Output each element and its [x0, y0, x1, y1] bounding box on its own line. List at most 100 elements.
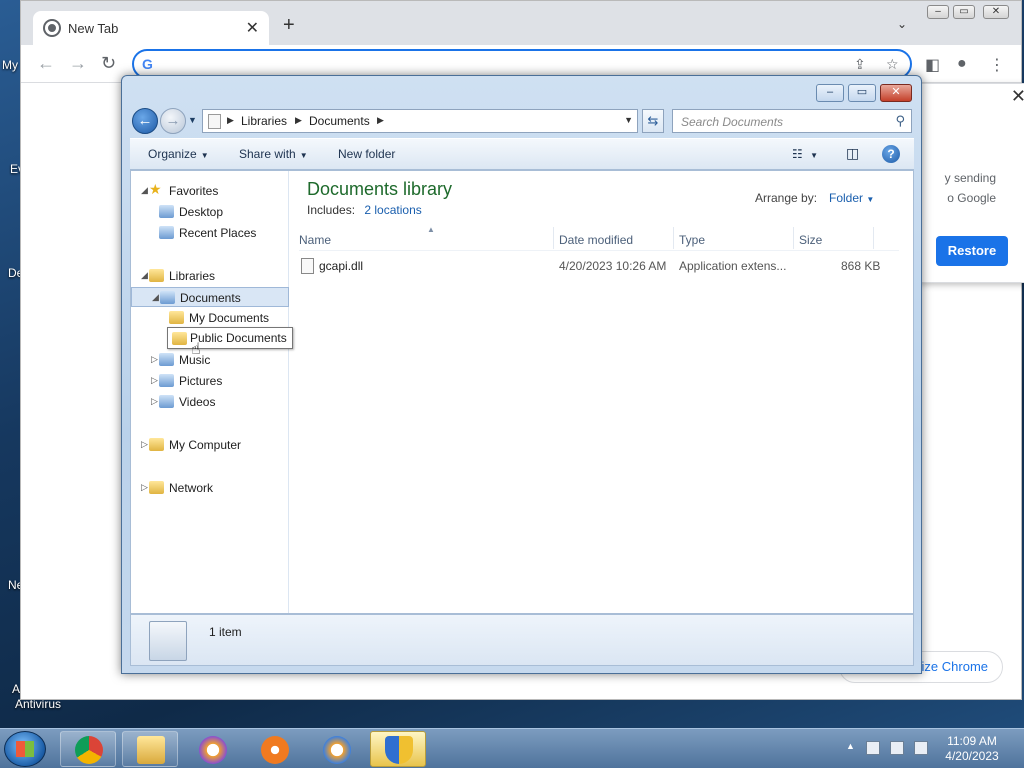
expand-arrow-icon[interactable]: ▷: [151, 375, 158, 386]
help-icon[interactable]: ?: [882, 145, 900, 163]
address-dropdown-icon[interactable]: ▼: [624, 115, 633, 125]
column-divider[interactable]: [673, 227, 674, 249]
tab-search-chevron-icon[interactable]: ⌄: [897, 17, 907, 31]
sidebar-item-music[interactable]: ▷ Music: [131, 350, 289, 370]
expand-arrow-icon[interactable]: ▷: [141, 439, 148, 450]
chrome-maximize-button[interactable]: ▭: [953, 5, 975, 19]
expand-arrow-icon[interactable]: ▷: [151, 396, 158, 407]
sidebar-item-favorites[interactable]: ◢ ★ Favorites: [131, 181, 289, 201]
taskbar-explorer-button[interactable]: [122, 731, 178, 767]
column-divider[interactable]: [873, 227, 874, 249]
start-button[interactable]: [4, 731, 46, 767]
sidebar-item-videos[interactable]: ▷ Videos: [131, 392, 289, 412]
explorer-window: – ▭ ✕ ← → ▼ ▶ Libraries ▶ Documents ▶ ▼ …: [121, 75, 922, 674]
chrome-menu-icon[interactable]: ⋮: [989, 55, 1005, 75]
new-folder-button[interactable]: New folder: [338, 147, 395, 161]
sidebar-item-my-documents[interactable]: My Documents: [131, 308, 289, 328]
app-icon: [199, 736, 227, 764]
sidebar-item-pictures[interactable]: ▷ Pictures: [131, 371, 289, 391]
taskbar-chrome-button[interactable]: [60, 731, 116, 767]
reload-icon[interactable]: ↻: [101, 53, 116, 73]
column-divider[interactable]: [793, 227, 794, 249]
details-pane: 1 item: [130, 614, 914, 666]
search-input[interactable]: Search Documents ⚲: [672, 109, 912, 133]
column-divider[interactable]: [553, 227, 554, 249]
restore-button[interactable]: Restore: [936, 236, 1008, 266]
show-hidden-icons-icon[interactable]: ▲: [846, 741, 855, 751]
folder-icon: [172, 332, 187, 345]
breadcrumb-documents[interactable]: Documents: [309, 114, 370, 128]
breadcrumb-libraries[interactable]: Libraries: [241, 114, 287, 128]
explorer-body: ◢ ★ Favorites Desktop Recent Places ◢ Librarie…: [130, 170, 914, 614]
explorer-close-button[interactable]: ✕: [880, 84, 912, 102]
folder-icon: [160, 291, 175, 304]
collapse-arrow-icon[interactable]: ◢: [141, 185, 148, 196]
table-row[interactable]: gcapi.dll 4/20/2023 10:26 AM Application…: [299, 255, 899, 277]
volume-muted-icon[interactable]: [914, 741, 928, 755]
sidebar-item-libraries[interactable]: ◢ Libraries: [131, 266, 289, 286]
organize-label: Organize: [148, 147, 197, 161]
chrome-close-button[interactable]: ✕: [983, 5, 1009, 19]
tooltip-label: Public Documents: [190, 331, 287, 345]
share-icon[interactable]: ⇪: [854, 56, 866, 73]
bookmark-star-icon[interactable]: ☆: [886, 56, 899, 73]
search-icon[interactable]: ⚲: [895, 113, 905, 129]
file-type: Application extens...: [679, 259, 787, 273]
search-placeholder: Search Documents: [681, 115, 784, 129]
sidebar-item-my-computer[interactable]: ▷ My Computer: [131, 435, 289, 455]
explorer-maximize-button[interactable]: ▭: [848, 84, 876, 102]
collapse-arrow-icon[interactable]: ◢: [152, 292, 159, 303]
back-arrow-icon[interactable]: ←: [37, 53, 55, 73]
sidebar-item-network[interactable]: ▷ Network: [131, 478, 289, 498]
folder-icon: [149, 438, 164, 451]
sidebar-item-recent-places[interactable]: Recent Places: [131, 223, 289, 243]
folder-icon: [149, 269, 164, 282]
expand-arrow-icon[interactable]: ▷: [141, 482, 148, 493]
refresh-icon[interactable]: ⇆: [642, 109, 664, 133]
taskbar-app-button[interactable]: [308, 731, 364, 767]
folder-icon: [149, 481, 164, 494]
breadcrumb-arrow-icon[interactable]: ▶: [377, 115, 384, 126]
sidebar-item-desktop[interactable]: Desktop: [131, 202, 289, 222]
share-with-button[interactable]: Share with ▼: [239, 147, 308, 161]
taskbar-security-button[interactable]: [370, 731, 426, 767]
column-header-name[interactable]: Name: [299, 233, 331, 247]
view-options-icon[interactable]: ☷ ▼: [792, 147, 818, 161]
chrome-tab[interactable]: New Tab ✕: [33, 11, 269, 45]
action-center-flag-icon[interactable]: [866, 741, 880, 755]
column-header-date-modified[interactable]: Date modified: [559, 233, 633, 247]
address-bar[interactable]: ▶ Libraries ▶ Documents ▶ ▼: [202, 109, 638, 133]
collapse-arrow-icon[interactable]: ◢: [141, 270, 148, 281]
organize-button[interactable]: Organize ▼: [148, 147, 209, 161]
taskbar-app-button[interactable]: [246, 731, 302, 767]
preview-pane-icon[interactable]: ◫: [846, 145, 859, 162]
explorer-back-icon[interactable]: ←: [132, 108, 158, 134]
column-header-size[interactable]: Size: [799, 233, 822, 247]
breadcrumb-arrow-icon[interactable]: ▶: [227, 115, 234, 126]
includes-locations-link[interactable]: 2 locations: [364, 203, 421, 217]
column-header-type[interactable]: Type: [679, 233, 705, 247]
new-tab-button[interactable]: +: [283, 15, 295, 35]
tab-close-icon[interactable]: ✕: [246, 18, 259, 38]
popup-close-icon[interactable]: ✕: [1011, 86, 1024, 107]
sidebar-item-label: My Documents: [189, 311, 270, 325]
dll-file-icon: [301, 258, 314, 274]
side-panel-icon[interactable]: ◧: [925, 55, 940, 75]
network-icon[interactable]: [890, 741, 904, 755]
chrome-minimize-button[interactable]: –: [927, 5, 949, 19]
mouse-cursor-icon: ☝: [191, 341, 201, 358]
profile-avatar-icon[interactable]: ●: [957, 55, 967, 73]
arrange-by-dropdown[interactable]: Folder ▼: [829, 191, 874, 205]
recent-pages-dropdown-icon[interactable]: ▼: [188, 115, 197, 125]
folder-icon: [159, 353, 174, 366]
system-clock[interactable]: 11:09 AM 4/20/2023: [940, 734, 1004, 764]
forward-arrow-icon[interactable]: →: [69, 53, 87, 73]
folder-icon: [159, 395, 174, 408]
taskbar-app-button[interactable]: [184, 731, 240, 767]
sidebar-item-documents[interactable]: ◢ Documents: [131, 287, 289, 307]
explorer-minimize-button[interactable]: –: [816, 84, 844, 102]
breadcrumb-arrow-icon[interactable]: ▶: [295, 115, 302, 126]
expand-arrow-icon[interactable]: ▷: [151, 354, 158, 365]
explorer-forward-icon[interactable]: →: [160, 108, 186, 134]
chrome-icon: [75, 736, 103, 764]
